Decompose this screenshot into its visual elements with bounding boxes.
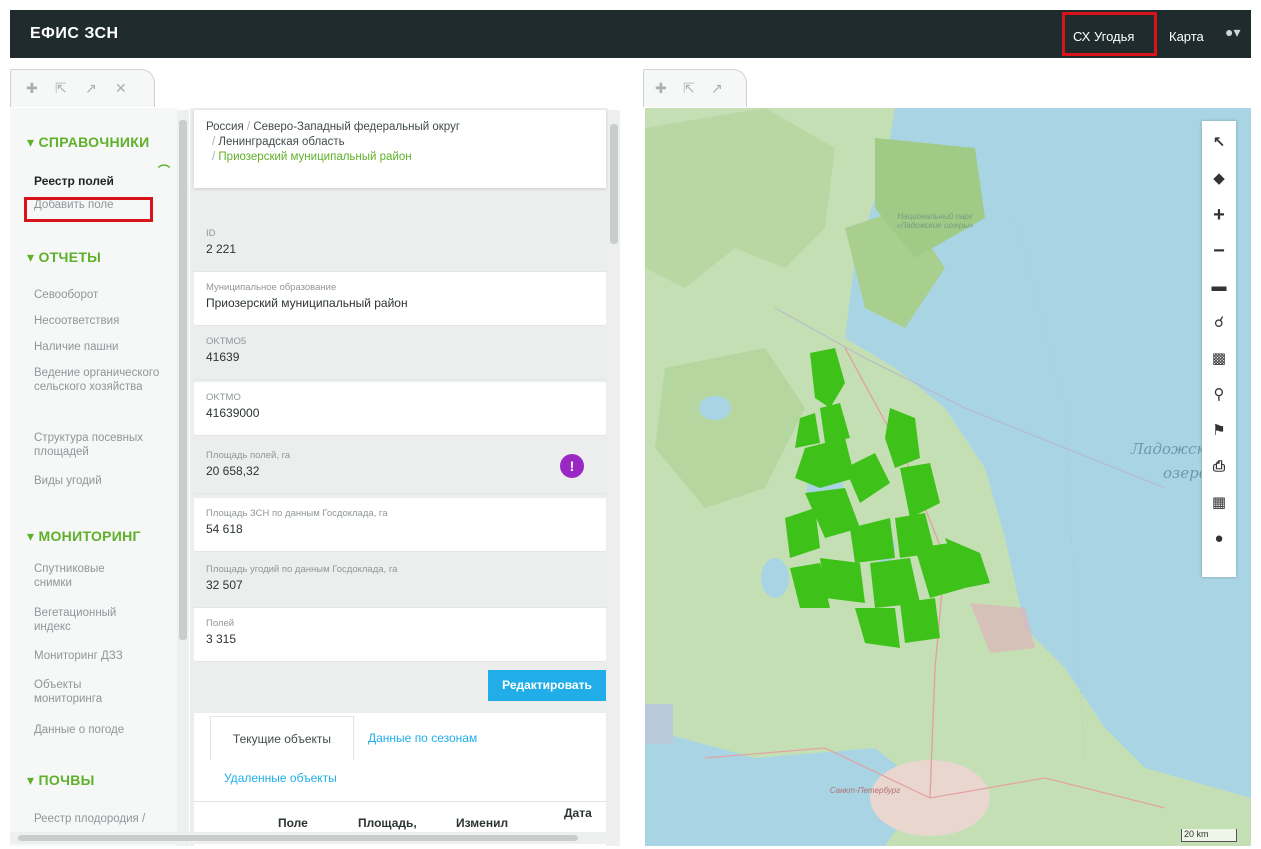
field-zsn-area: Площадь ЗСН по данным Госдоклада, га 54 …	[194, 498, 606, 552]
breadcrumb-district[interactable]: Северо-Западный федеральный округ	[253, 121, 460, 133]
location-icon[interactable]: ●	[1202, 521, 1236, 557]
edit-button[interactable]: Редактировать	[488, 670, 606, 701]
park-label: Национальный парк «Ладожские шхеры»	[896, 212, 974, 230]
map-pane-toolbar: ✚ ⇱ ↗	[643, 69, 753, 107]
map-view[interactable]: Ладожск озеро Национальный парк «Ладожск…	[645, 108, 1251, 846]
pin-icon[interactable]: ☌	[1202, 305, 1236, 341]
close-icon[interactable]: ✕	[115, 80, 127, 97]
field-value: 32 507	[206, 578, 243, 592]
field-oktmo5: OKTMO5 41639	[194, 326, 606, 380]
field-value: Приозерский муниципальный район	[206, 296, 408, 310]
sidebar-item-crop-structure[interactable]: Структура посевных площадей	[34, 431, 174, 459]
search-icon[interactable]: ⚲	[1202, 377, 1236, 413]
ruler-icon[interactable]: ▬	[1202, 269, 1236, 305]
sidebar-item-vegetation-index[interactable]: Вегетационный индекс	[34, 606, 144, 634]
city-label: Санкт-Петербург	[829, 786, 901, 795]
breadcrumb-russia[interactable]: Россия	[206, 121, 244, 133]
col-changed-by[interactable]: Изменил	[456, 816, 508, 830]
sidebar-item-land-types[interactable]: Виды угодий	[34, 474, 102, 488]
zoom-in-icon[interactable]: +	[1202, 197, 1236, 233]
tab-seasons[interactable]: Данные по сезонам	[368, 731, 477, 745]
field-value: 41639	[206, 350, 240, 364]
zoom-out-icon[interactable]: −	[1202, 233, 1236, 269]
col-field[interactable]: Поле	[278, 816, 308, 830]
horizontal-scrollbar[interactable]	[10, 832, 610, 844]
col-area[interactable]: Площадь,	[358, 816, 417, 830]
scroll-thumb[interactable]	[610, 124, 618, 244]
sidebar-item-fertility-registry[interactable]: Реестр плодородия /	[34, 812, 145, 826]
field-value: 2 221	[206, 242, 237, 256]
breadcrumb-municipality: Приозерский муниципальный район	[218, 151, 412, 163]
sidebar-item-satellite[interactable]: Спутниковые снимки	[34, 562, 144, 590]
map-scale: 20 km	[1181, 829, 1237, 842]
detail-scrollbar[interactable]	[608, 110, 620, 846]
field-label: Площадь ЗСН по данным Госдоклада, га	[206, 508, 388, 519]
sidebar-scrollbar[interactable]	[177, 110, 189, 846]
map-toolbar: ↖ ◆ + − ▬ ☌ ▩ ⚲ ⚑ ⎙ ▦ ●	[1202, 121, 1236, 577]
measure-area-icon[interactable]: ▩	[1202, 341, 1236, 377]
sidebar-item-monitoring-objects[interactable]: Объекты мониторинга	[34, 678, 144, 706]
section-monitoring[interactable]: ▾ МОНИТОРИНГ	[27, 528, 141, 545]
sidebar: ▾ СПРАВОЧНИКИ ⌒ Реестр полей Добавить по…	[10, 108, 177, 846]
app-brand[interactable]: ЕФИС ЗСН	[30, 25, 119, 43]
scroll-thumb[interactable]	[18, 835, 578, 841]
top-navigation-bar: ЕФИС ЗСН СХ Угодья Карта ●▾	[10, 10, 1251, 58]
section-soils[interactable]: ▾ ПОЧВЫ	[27, 772, 95, 789]
field-label: Площадь угодий по данным Госдоклада, га	[206, 564, 398, 575]
user-icon[interactable]: ●▾	[1225, 24, 1240, 41]
tab-current-objects[interactable]: Текущие объекты	[210, 716, 354, 760]
sidebar-item-inconsistencies[interactable]: Несоответствия	[34, 314, 119, 328]
field-label: Площадь полей, га	[206, 450, 291, 461]
move-icon[interactable]: ✚	[655, 80, 667, 97]
field-area: Площадь полей, га 20 658,32 !	[194, 440, 606, 494]
field-label: Муниципальное образование	[206, 282, 337, 293]
nav-map[interactable]: Карта	[1162, 24, 1211, 49]
section-reports[interactable]: ▾ ОТЧЕТЫ	[27, 249, 101, 266]
layers-icon[interactable]: ◆	[1202, 161, 1236, 197]
field-value: 20 658,32	[206, 464, 260, 478]
sidebar-item-arable-land[interactable]: Наличие пашни	[34, 340, 118, 354]
warning-icon[interactable]: !	[560, 454, 584, 478]
sidebar-item-organic-farming[interactable]: Ведение органического сельского хозяйств…	[34, 366, 164, 394]
field-value: 41639000	[206, 406, 260, 420]
move-icon[interactable]: ✚	[26, 80, 38, 97]
sidebar-item-weather[interactable]: Данные о погоде	[34, 723, 124, 737]
field-municipality: Муниципальное образование Приозерский му…	[194, 272, 606, 326]
print-icon[interactable]: ⎙	[1202, 449, 1236, 485]
field-id: ID 2 221	[194, 218, 606, 272]
highlight-frame-agri	[1062, 12, 1157, 56]
field-oktmo: OKTMO 41639000	[194, 382, 606, 436]
sidebar-item-crop-rotation[interactable]: Севооборот	[34, 288, 98, 302]
section-reference[interactable]: ▾ СПРАВОЧНИКИ	[27, 134, 149, 151]
popout-icon[interactable]: ↗	[711, 80, 723, 97]
objects-tabs: Текущие объекты Данные по сезонам Удален…	[194, 713, 606, 846]
expand-icon[interactable]: ⇱	[683, 80, 695, 97]
field-value: 54 618	[206, 522, 243, 536]
lake-label-1: Ладожск	[1131, 440, 1206, 458]
structure-icon[interactable]: ▦	[1202, 485, 1236, 521]
breadcrumb-region[interactable]: Ленинградская область	[218, 136, 344, 148]
field-label: OKTMO	[206, 392, 241, 403]
highlight-frame-add-field	[24, 197, 153, 222]
field-label: ID	[206, 228, 216, 239]
popout-icon[interactable]: ↗	[85, 80, 97, 97]
field-label: Полей	[206, 618, 235, 629]
col-date[interactable]: Дата	[564, 806, 592, 820]
breadcrumb: Россия / Северо-Западный федеральный окр…	[194, 110, 606, 188]
scroll-thumb[interactable]	[179, 120, 187, 640]
field-fields-count: Полей 3 315	[194, 608, 606, 662]
select-arrow-icon[interactable]: ↖	[1202, 125, 1236, 161]
sidebar-item-remote-sensing[interactable]: Мониторинг ДЗЗ	[34, 649, 123, 663]
route-icon[interactable]: ⚑	[1202, 413, 1236, 449]
left-pane-toolbar: ✚ ⇱ ↗ ✕	[10, 69, 170, 107]
field-label: OKTMO5	[206, 336, 247, 347]
expand-icon[interactable]: ⇱	[55, 80, 67, 97]
detail-panel: Россия / Северо-Западный федеральный окр…	[190, 108, 608, 846]
corner-mark: ⌒	[158, 164, 171, 178]
field-lands-area: Площадь угодий по данным Госдоклада, га …	[194, 554, 606, 608]
sidebar-item-field-registry[interactable]: Реестр полей	[34, 174, 114, 188]
field-value: 3 315	[206, 632, 237, 646]
tab-deleted-objects[interactable]: Удаленные объекты	[224, 771, 337, 785]
